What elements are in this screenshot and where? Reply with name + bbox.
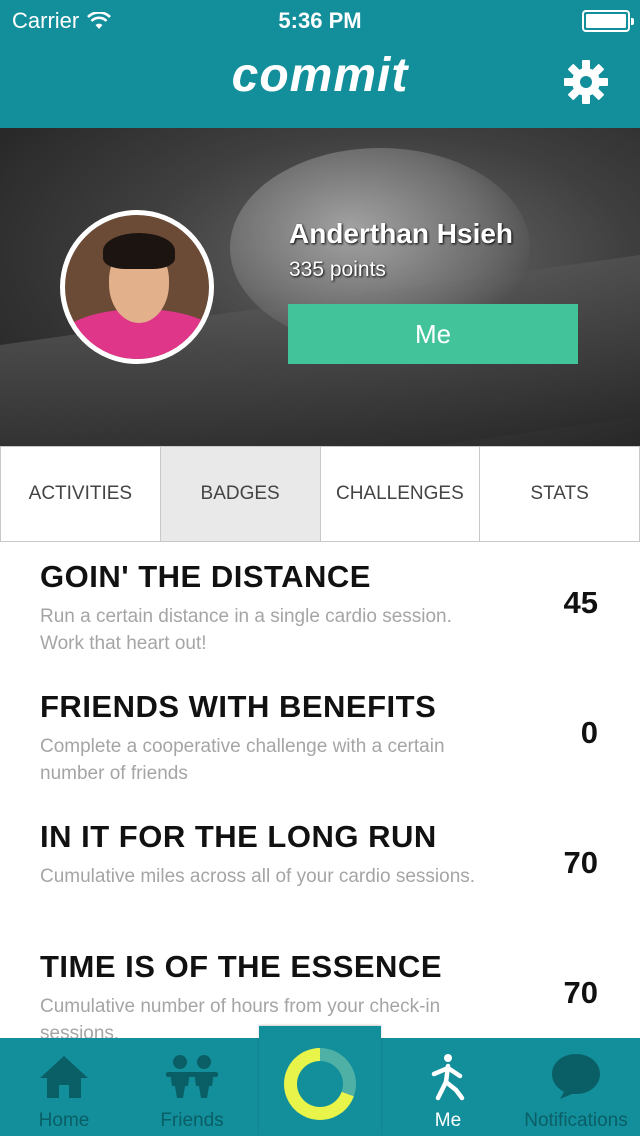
badge-description: Cumulative miles across all of your card… <box>40 866 476 887</box>
badge-value: 45 <box>563 585 598 620</box>
badge-value: 70 <box>563 845 598 880</box>
profile-tabs: ACTIVITIES BADGES CHALLENGES STATS <box>0 446 640 542</box>
profile-header: Anderthan Hsieh 335 points Me <box>0 128 640 446</box>
status-bar: Carrier 5:36 PM <box>0 0 640 40</box>
badge-title: GOIN' THE DISTANCE <box>40 559 371 594</box>
tabbar-label-friends: Friends <box>160 1110 224 1131</box>
tabbar-item-me[interactable]: Me <box>384 1038 512 1136</box>
user-name: Anderthan Hsieh <box>289 218 514 249</box>
progress-ring-icon <box>284 1048 356 1120</box>
tabbar-item-notifications[interactable]: Notifications <box>512 1038 640 1136</box>
badge-row[interactable]: IN IT FOR THE LONG RUN Cumulative miles … <box>0 803 640 933</box>
avatar[interactable] <box>60 210 214 364</box>
badge-row[interactable]: FRIENDS WITH BENEFITS Complete a coopera… <box>0 673 640 803</box>
badge-value: 0 <box>580 715 598 750</box>
badge-title: TIME IS OF THE ESSENCE <box>40 949 442 984</box>
tabbar-label-notifications: Notifications <box>524 1110 628 1131</box>
badge-row[interactable]: GOIN' THE DISTANCE Run a certain distanc… <box>0 543 640 673</box>
badge-description: Run a certain distance in a single cardi… <box>40 606 452 654</box>
tab-challenges[interactable]: CHALLENGES <box>320 447 481 541</box>
home-icon <box>40 1056 88 1098</box>
chat-bubble-icon <box>552 1054 600 1099</box>
badge-title: IN IT FOR THE LONG RUN <box>40 819 437 854</box>
tabbar-item-commit[interactable] <box>259 1026 381 1136</box>
tab-stats[interactable]: STATS <box>480 447 640 541</box>
tabbar-item-home[interactable]: Home <box>0 1038 128 1136</box>
badge-title: FRIENDS WITH BENEFITS <box>40 689 437 724</box>
tab-badges[interactable]: BADGES <box>160 447 321 541</box>
tab-activities[interactable]: ACTIVITIES <box>0 447 161 541</box>
friends-icon <box>166 1055 218 1098</box>
top-bar: Carrier 5:36 PM commit <box>0 0 640 128</box>
tabbar-item-friends[interactable]: Friends <box>128 1038 256 1136</box>
gear-icon[interactable] <box>562 58 610 106</box>
walking-person-icon <box>431 1054 465 1101</box>
user-points: 335 points <box>289 258 386 281</box>
tabbar-label-home: Home <box>38 1110 90 1131</box>
badge-list[interactable]: GOIN' THE DISTANCE Run a certain distanc… <box>0 543 640 1038</box>
status-time: 5:36 PM <box>278 8 362 33</box>
badge-description: Complete a cooperative challenge with a … <box>40 736 445 784</box>
badge-row[interactable]: TIME IS OF THE ESSENCE Cumulative number… <box>0 933 640 1038</box>
me-button[interactable]: Me <box>288 304 578 364</box>
badge-value: 70 <box>563 975 598 1010</box>
tabbar-label-me: Me <box>434 1110 462 1131</box>
battery-icon <box>582 10 634 32</box>
app-title: commit <box>231 49 409 102</box>
